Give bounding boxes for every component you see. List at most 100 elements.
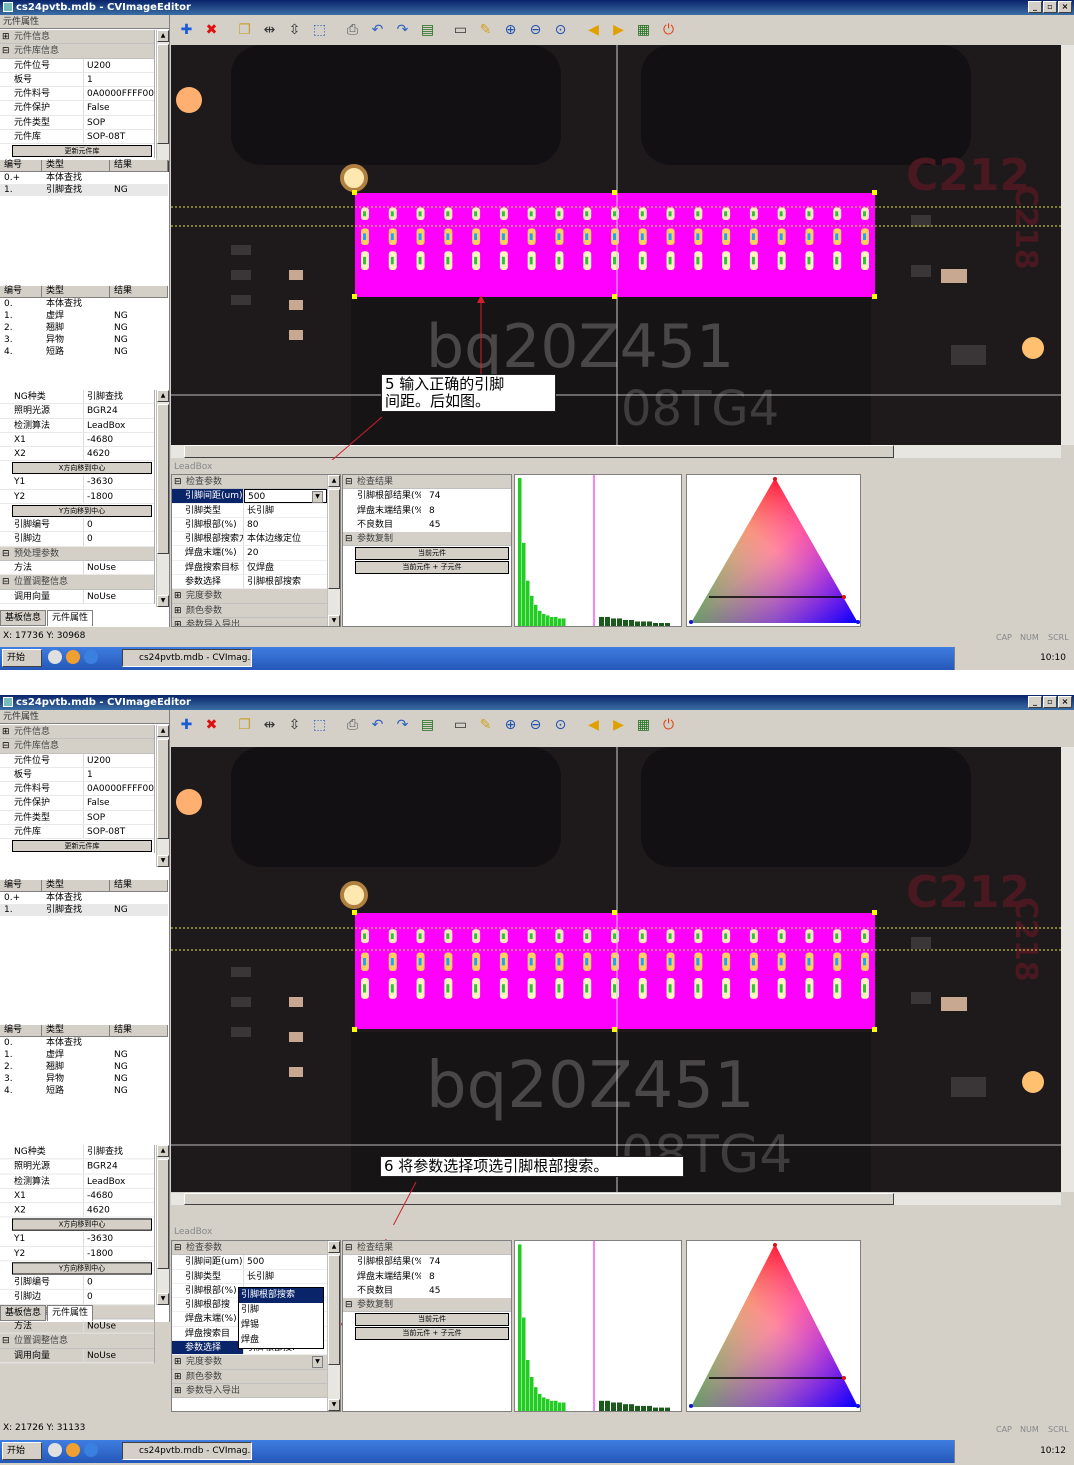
prop-row[interactable]: 元件位号 U200 <box>0 753 154 768</box>
prop-row[interactable]: Y1 -3630 <box>0 475 154 490</box>
prop-row[interactable]: 照明光源 BGR24 <box>0 1159 154 1175</box>
category-result[interactable]: 检查结果 <box>343 1241 511 1256</box>
zoom-in-icon[interactable]: ⊕ <box>500 20 521 41</box>
prop-row[interactable]: 引脚编号 0 <box>0 518 154 533</box>
redo-icon[interactable]: ↷ <box>392 20 413 41</box>
prop-row[interactable]: 调用向量 NoUse <box>0 589 154 604</box>
align-v-icon[interactable]: ⇳ <box>284 715 305 736</box>
redo-icon[interactable]: ↷ <box>392 715 413 736</box>
list-item[interactable]: 2. 翘脚 NG <box>0 1061 168 1073</box>
minimize-button[interactable]: _ <box>1028 696 1042 708</box>
maximize-button[interactable]: ▫ <box>1043 1 1057 13</box>
close-button[interactable]: × <box>1058 696 1072 708</box>
category-color[interactable]: 颜色参数 <box>172 1369 327 1384</box>
delete-icon[interactable]: ✖ <box>201 20 222 41</box>
camera-icon[interactable]: ⎙ <box>342 20 363 41</box>
x-center-button[interactable]: X方向移到中心 <box>12 1218 152 1232</box>
x-center-button[interactable]: X方向移到中心 <box>12 462 152 475</box>
prop-row[interactable]: 引脚边 0 <box>0 532 154 547</box>
category-position[interactable]: 位置调整信息 <box>0 575 154 590</box>
copy-current-button[interactable]: 当前元件 <box>355 547 509 561</box>
category-result[interactable]: 检查结果 <box>343 475 511 490</box>
ng-scrollbar[interactable]: ▲ ▼ <box>156 1145 169 1305</box>
prop-row[interactable]: X1 -4680 <box>0 1188 154 1204</box>
category-copy[interactable]: 参数复制 <box>343 532 511 547</box>
image-canvas[interactable]: bq20Z451 08TG4 C212 C218 <box>171 45 1061 445</box>
prop-row[interactable]: 元件保护 False <box>0 796 154 811</box>
book-icon[interactable]: ▤ <box>417 20 438 41</box>
param-row[interactable]: 引脚根部搜索方 本体边缘定位 <box>172 532 327 547</box>
arrow-right-icon[interactable]: ▶ <box>608 715 629 736</box>
list-item[interactable]: 3. 异物 NG <box>0 334 168 346</box>
prop-row[interactable]: 元件位号 U200 <box>0 58 154 73</box>
tab-board-info[interactable]: 基板信息 <box>0 610 47 626</box>
prop-row[interactable]: 元件类型 SOP <box>0 115 154 131</box>
export-icon[interactable]: ▦ <box>633 715 654 736</box>
dropdown-option[interactable]: 引脚根部搜索 <box>239 1288 323 1303</box>
prop-row[interactable]: 检测算法 LeadBox <box>0 418 154 433</box>
param-row[interactable]: 焊盘搜索目标 仅焊盘 <box>172 560 327 576</box>
list-item[interactable]: 0. 本体查找 <box>0 298 168 310</box>
start-button[interactable]: 开始 <box>2 649 42 667</box>
save-icon[interactable]: ▭ <box>450 20 471 41</box>
color-triangle[interactable] <box>686 1240 861 1412</box>
param-row[interactable]: 参数选择 引脚根部搜索 <box>172 575 327 590</box>
copy-icon[interactable]: ❐ <box>234 715 255 736</box>
align-h-icon[interactable]: ⇹ <box>259 715 280 736</box>
category-lib-info[interactable]: 元件库信息 <box>0 44 154 59</box>
prop-row[interactable]: 元件料号 0A0000FFFF000 <box>0 87 154 102</box>
category-preprocess[interactable]: 预处理参数 <box>0 546 154 561</box>
update-library-button[interactable]: 更新元件库 <box>12 145 152 158</box>
param-row-pitch[interactable]: 引脚间距(um) 500 <box>172 489 327 504</box>
category-import-export[interactable]: 参数导入导出 <box>172 1383 327 1399</box>
zoom-in-icon[interactable]: ⊕ <box>500 715 521 736</box>
prop-row[interactable]: 板号 1 <box>0 767 154 783</box>
prop-row[interactable]: X1 -4680 <box>0 432 154 448</box>
prop-row[interactable]: 元件类型 SOP <box>0 810 154 826</box>
tab-component-props[interactable]: 元件属性 <box>47 1305 94 1321</box>
book-icon[interactable]: ▤ <box>417 715 438 736</box>
list-item[interactable]: 0.+ 本体查找 <box>0 172 168 184</box>
prop-row[interactable]: 调用向量 NoUse <box>0 1348 154 1364</box>
prop-row[interactable]: NG种类 引脚查找 <box>0 390 154 405</box>
ie-icon[interactable] <box>84 1443 98 1457</box>
export-icon[interactable]: ▦ <box>633 20 654 41</box>
param-scrollbar[interactable]: ▲ ▼ <box>327 475 340 626</box>
category-import-export[interactable]: 参数导入导出 <box>172 617 327 626</box>
copy-current-sub-button[interactable]: 当前元件 + 子元件 <box>355 561 509 575</box>
category-check-params[interactable]: 检查参数 <box>172 1241 327 1256</box>
desktop-icon[interactable] <box>48 650 62 664</box>
dropdown-option[interactable]: 焊盘 <box>239 1333 323 1348</box>
zoom-out-icon[interactable]: ⊖ <box>525 715 546 736</box>
param-row[interactable]: 引脚类型 长引脚 <box>172 503 327 518</box>
prop-row[interactable]: 引脚编号 0 <box>0 1275 154 1291</box>
param-row[interactable]: 引脚根部(%) 80 <box>172 517 327 533</box>
open-icon[interactable]: ✎ <box>475 715 496 736</box>
list-item[interactable]: 4. 短路 NG <box>0 346 168 358</box>
list-item[interactable]: 1. 虚焊 NG <box>0 1049 168 1061</box>
image-vscroll[interactable] <box>1061 45 1074 445</box>
prop-row[interactable]: 引脚边 0 <box>0 1290 154 1305</box>
zoom-fit-icon[interactable]: ⊙ <box>550 20 571 41</box>
param-row[interactable]: 焊盘末端(%) 20 <box>172 546 327 561</box>
power-icon[interactable]: ⏻ <box>658 20 679 41</box>
copy-current-button[interactable]: 当前元件 <box>355 1313 509 1327</box>
desktop-icon[interactable] <box>48 1443 62 1457</box>
dropdown-arrow-icon[interactable]: ▼ <box>312 1356 323 1368</box>
power-icon[interactable]: ⏻ <box>658 715 679 736</box>
category-position[interactable]: 位置调整信息 <box>0 1333 154 1349</box>
list-item[interactable]: 0. 本体查找 <box>0 1037 168 1049</box>
prop-row[interactable]: Y2 -1800 <box>0 1246 154 1262</box>
list-item[interactable]: 2. 翘脚 NG <box>0 322 168 334</box>
align-h-icon[interactable]: ⇹ <box>259 20 280 41</box>
dropdown-option[interactable]: 焊锡 <box>239 1318 323 1333</box>
taskbar-item[interactable]: cs24pvtb.mdb - CVImag... <box>122 649 252 667</box>
undo-icon[interactable]: ↶ <box>367 715 388 736</box>
props-scrollbar[interactable]: ▲ ▼ <box>156 725 169 867</box>
prop-row[interactable]: 元件库 SOP-08T <box>0 130 154 145</box>
ie-icon[interactable] <box>84 650 98 664</box>
outlook-icon[interactable] <box>66 650 80 664</box>
list-item[interactable]: 1. 引脚查找 NG <box>0 184 168 196</box>
param-row[interactable]: 引脚间距(um) 500 <box>172 1255 327 1270</box>
arrow-left-icon[interactable]: ◀ <box>583 20 604 41</box>
